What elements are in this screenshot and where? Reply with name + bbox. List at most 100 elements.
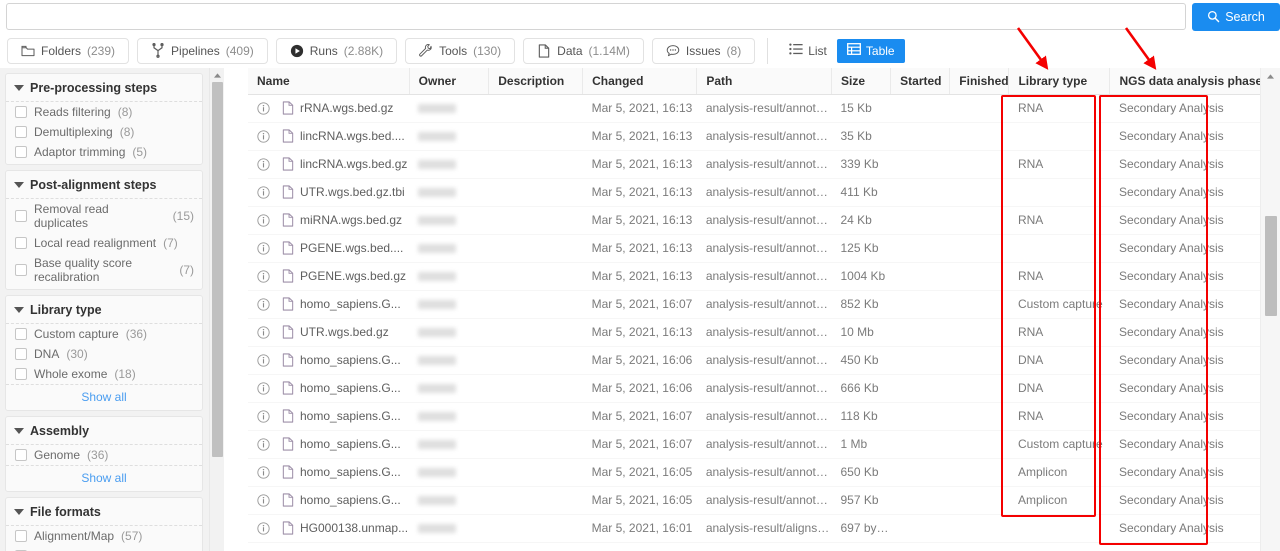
table-row[interactable]: lincRNA.wgs.bed.... Mar 5, 2021, 16:13 ana…	[248, 122, 1260, 151]
cell-name[interactable]: miRNA.wgs.bed.gz	[248, 206, 410, 235]
facet-option[interactable]: Adaptor trimming (5)	[6, 142, 202, 162]
facet-option[interactable]: Custom capture (36)	[6, 324, 202, 344]
cell-name[interactable]: rRNA.wgs.bed.gz	[248, 94, 410, 123]
show-all-link[interactable]: Show all	[6, 384, 202, 408]
table-row[interactable]: HG000138.unmap... Mar 5, 2021, 16:01 analy…	[248, 514, 1260, 543]
facet-header[interactable]: Pre-processing steps	[6, 74, 202, 102]
table-row[interactable]: PGENE.wgs.bed.gz Mar 5, 2021, 16:13 analys…	[248, 262, 1260, 291]
tab-data[interactable]: Data (1.14M)	[523, 37, 644, 64]
info-icon[interactable]	[257, 297, 270, 311]
info-icon[interactable]	[257, 129, 270, 143]
facet-option[interactable]: Genome regions(35)	[6, 546, 202, 551]
table-scrollbar-thumb[interactable]	[1265, 216, 1277, 316]
facet-header[interactable]: File formats	[6, 498, 202, 526]
show-all-link[interactable]: Show all	[6, 465, 202, 489]
cell-name[interactable]: PGENE.wgs.bed.gz	[248, 262, 410, 291]
facet-header[interactable]: Assembly	[6, 417, 202, 445]
facet-option[interactable]: Genome (36)	[6, 445, 202, 465]
scroll-up-arrow-icon[interactable]	[212, 70, 223, 81]
column-header-started[interactable]: Started	[890, 68, 951, 95]
tab-pipelines[interactable]: Pipelines (409)	[137, 37, 268, 64]
tab-runs[interactable]: Runs (2.88K)	[275, 37, 398, 64]
cell-name[interactable]: lincRNA.wgs.bed....	[248, 122, 410, 151]
checkbox[interactable]	[15, 368, 27, 380]
checkbox[interactable]	[15, 106, 27, 118]
table-row[interactable]: homo_sapiens.G... Mar 5, 2021, 16:06 analy…	[248, 374, 1260, 403]
table-scroll-up-arrow-icon[interactable]	[1265, 71, 1276, 82]
checkbox[interactable]	[15, 264, 27, 276]
table-row[interactable]: homo_sapiens.G... Mar 5, 2021, 16:07 analy…	[248, 402, 1260, 431]
table-row[interactable]: homo_sapiens.G... Mar 5, 2021, 16:07 analy…	[248, 430, 1260, 459]
cell-name[interactable]: UTR.wgs.bed.gz	[248, 318, 410, 347]
facet-option[interactable]: Whole exome (18)	[6, 364, 202, 384]
checkbox[interactable]	[15, 210, 27, 222]
facet-option[interactable]: Removal read duplicates (15)	[6, 199, 202, 233]
sidebar-scrollbar[interactable]	[209, 68, 224, 551]
facet-option[interactable]: Demultiplexing (8)	[6, 122, 202, 142]
table-row[interactable]: lincRNA.wgs.bed.gz Mar 5, 2021, 16:13 anal…	[248, 150, 1260, 179]
view-mode-list-button[interactable]: List	[779, 38, 837, 63]
column-header-ngs-phases[interactable]: NGS data analysis phases	[1109, 68, 1260, 95]
info-icon[interactable]	[257, 521, 270, 535]
cell-name[interactable]: homo_sapiens.G...	[248, 430, 410, 459]
sidebar-scrollbar-thumb[interactable]	[212, 82, 223, 457]
info-icon[interactable]	[257, 353, 270, 367]
info-icon[interactable]	[257, 241, 270, 255]
facet-option[interactable]: Local read realignment (7)	[6, 233, 202, 253]
checkbox[interactable]	[15, 126, 27, 138]
column-header-path[interactable]: Path	[696, 68, 832, 95]
facet-header[interactable]: Post-alignment steps	[6, 171, 202, 199]
checkbox[interactable]	[15, 237, 27, 249]
info-icon[interactable]	[257, 381, 270, 395]
tab-issues[interactable]: Issues (8)	[651, 37, 756, 64]
column-header-changed[interactable]: Changed	[582, 68, 698, 95]
facet-option[interactable]: Alignment/Map (57)	[6, 526, 202, 546]
facet-header[interactable]: Library type	[6, 296, 202, 324]
column-header-description[interactable]: Description	[488, 68, 584, 95]
cell-name[interactable]: homo_sapiens.G...	[248, 346, 410, 375]
cell-name[interactable]: homo_sapiens.G...	[248, 290, 410, 319]
checkbox[interactable]	[15, 146, 27, 158]
info-icon[interactable]	[257, 409, 270, 423]
search-button[interactable]: Search	[1192, 2, 1280, 31]
cell-name[interactable]: UTR.wgs.bed.gz.tbi	[248, 178, 410, 207]
facet-option[interactable]: Base quality score recalibration (7)	[6, 253, 202, 287]
table-scrollbar[interactable]	[1260, 68, 1280, 551]
cell-name[interactable]: homo_sapiens.G...	[248, 374, 410, 403]
column-header-finished[interactable]: Finished	[949, 68, 1010, 95]
table-row[interactable]: homo_sapiens.G... Mar 5, 2021, 16:06 analy…	[248, 346, 1260, 375]
column-header-name[interactable]: Name	[248, 68, 410, 95]
cell-name[interactable]: homo_sapiens.G...	[248, 458, 410, 487]
info-icon[interactable]	[257, 185, 270, 199]
info-icon[interactable]	[257, 437, 270, 451]
cell-name[interactable]: PGENE.wgs.bed....	[248, 234, 410, 263]
info-icon[interactable]	[257, 101, 270, 115]
cell-name[interactable]: HG000138.unmap...	[248, 514, 410, 543]
column-header-size[interactable]: Size	[831, 68, 892, 95]
table-row[interactable]: UTR.wgs.bed.gz Mar 5, 2021, 16:13 analysis…	[248, 318, 1260, 347]
cell-name[interactable]: lincRNA.wgs.bed.gz	[248, 150, 410, 179]
table-row[interactable]: homo_sapiens.G... Mar 5, 2021, 16:07 analy…	[248, 290, 1260, 319]
cell-name[interactable]: homo_sapiens.G...	[248, 486, 410, 515]
table-row[interactable]: PGENE.wgs.bed.... Mar 5, 2021, 16:13 analy…	[248, 234, 1260, 263]
tab-folders[interactable]: Folders (239)	[7, 37, 130, 64]
search-input[interactable]	[6, 3, 1187, 30]
table-row[interactable]: miRNA.wgs.bed.gz Mar 5, 2021, 16:13 analys…	[248, 206, 1260, 235]
view-mode-table-button[interactable]: Table	[836, 38, 905, 63]
table-row[interactable]: homo_sapiens.G... Mar 5, 2021, 16:05 analy…	[248, 486, 1260, 515]
table-row[interactable]: rRNA.wgs.bed.gz Mar 5, 2021, 16:13 analysi…	[248, 94, 1260, 123]
checkbox[interactable]	[15, 328, 27, 340]
table-row[interactable]: homo_sapiens.G... Mar 5, 2021, 16:05 analy…	[248, 458, 1260, 487]
checkbox[interactable]	[15, 449, 27, 461]
table-row[interactable]: UTR.wgs.bed.gz.tbi Mar 5, 2021, 16:13 anal…	[248, 178, 1260, 207]
facet-option[interactable]: DNA (30)	[6, 344, 202, 364]
checkbox[interactable]	[15, 530, 27, 542]
column-header-library-type[interactable]: Library type	[1008, 68, 1111, 95]
info-icon[interactable]	[257, 493, 270, 507]
column-header-owner[interactable]: Owner	[409, 68, 490, 95]
checkbox[interactable]	[15, 348, 27, 360]
info-icon[interactable]	[257, 157, 270, 171]
tab-tools[interactable]: Tools (130)	[405, 37, 516, 64]
info-icon[interactable]	[257, 213, 270, 227]
cell-name[interactable]: homo_sapiens.G...	[248, 402, 410, 431]
